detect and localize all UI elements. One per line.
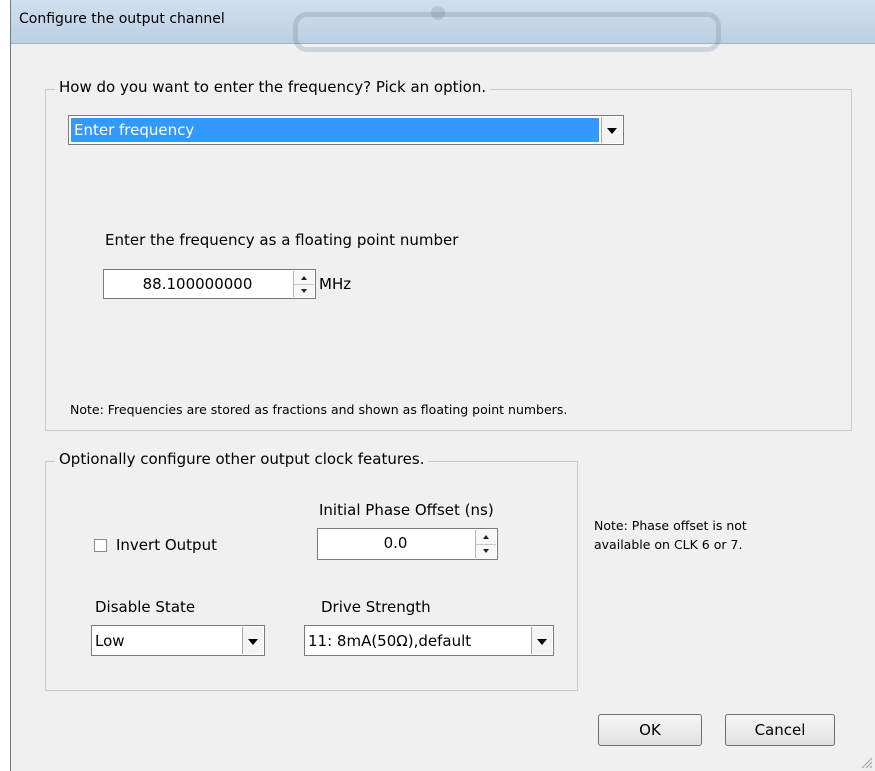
phase-offset-label: Initial Phase Offset (ns) — [319, 501, 494, 519]
title-bar[interactable]: Configure the output channel — [11, 0, 875, 52]
phase-offset-value: 0.0 — [383, 534, 408, 552]
frequency-group-legend: How do you want to enter the frequency? … — [55, 78, 491, 96]
disable-state-label: Disable State — [95, 598, 196, 616]
titlebar-decoration — [293, 12, 721, 52]
cancel-button[interactable]: Cancel — [725, 714, 835, 746]
configure-output-dialog: Configure the output channel How do you … — [10, 0, 875, 771]
frequency-unit-label: MHz — [319, 275, 352, 293]
phase-offset-spinbox[interactable]: 0.0 — [317, 528, 498, 560]
frequency-prompt-label: Enter the frequency as a floating point … — [105, 231, 459, 249]
ok-button[interactable]: OK — [598, 714, 702, 746]
phase-note-line1: Note: Phase offset is not — [594, 518, 747, 533]
phase-note-line2: available on CLK 6 or 7. — [594, 537, 743, 552]
drive-strength-value: 11: 8mA(50Ω),default — [308, 632, 472, 650]
resize-grip-icon[interactable] — [859, 755, 873, 769]
invert-output-checkbox[interactable] — [94, 539, 107, 552]
frequency-note: Note: Frequencies are stored as fraction… — [70, 402, 568, 417]
drive-strength-select[interactable]: 11: 8mA(50Ω),default — [304, 625, 554, 656]
frequency-mode-value: Enter frequency — [71, 118, 599, 142]
invert-output-label[interactable]: Invert Output — [116, 536, 217, 554]
disable-state-select[interactable]: Low — [91, 625, 265, 656]
chevron-down-icon[interactable] — [601, 117, 622, 143]
chevron-down-icon[interactable] — [531, 627, 552, 654]
disable-state-value: Low — [95, 632, 125, 650]
drive-strength-label: Drive Strength — [321, 598, 431, 616]
titlebar-decoration-knob — [431, 6, 445, 20]
frequency-spin-buttons — [293, 271, 314, 297]
chevron-down-icon[interactable] — [242, 627, 263, 654]
features-group-legend: Optionally configure other output clock … — [55, 450, 429, 468]
frequency-value: 88.100000000 — [142, 275, 253, 293]
phase-offset-spin-buttons — [475, 530, 496, 558]
spin-down-icon[interactable] — [294, 284, 314, 297]
window-title: Configure the output channel — [19, 11, 225, 27]
features-group — [45, 461, 578, 691]
frequency-mode-select[interactable]: Enter frequency — [68, 115, 624, 145]
frequency-spinbox[interactable]: 88.100000000 — [103, 269, 316, 299]
spin-up-icon[interactable] — [476, 530, 496, 545]
spin-up-icon[interactable] — [294, 271, 314, 285]
spin-down-icon[interactable] — [476, 544, 496, 558]
